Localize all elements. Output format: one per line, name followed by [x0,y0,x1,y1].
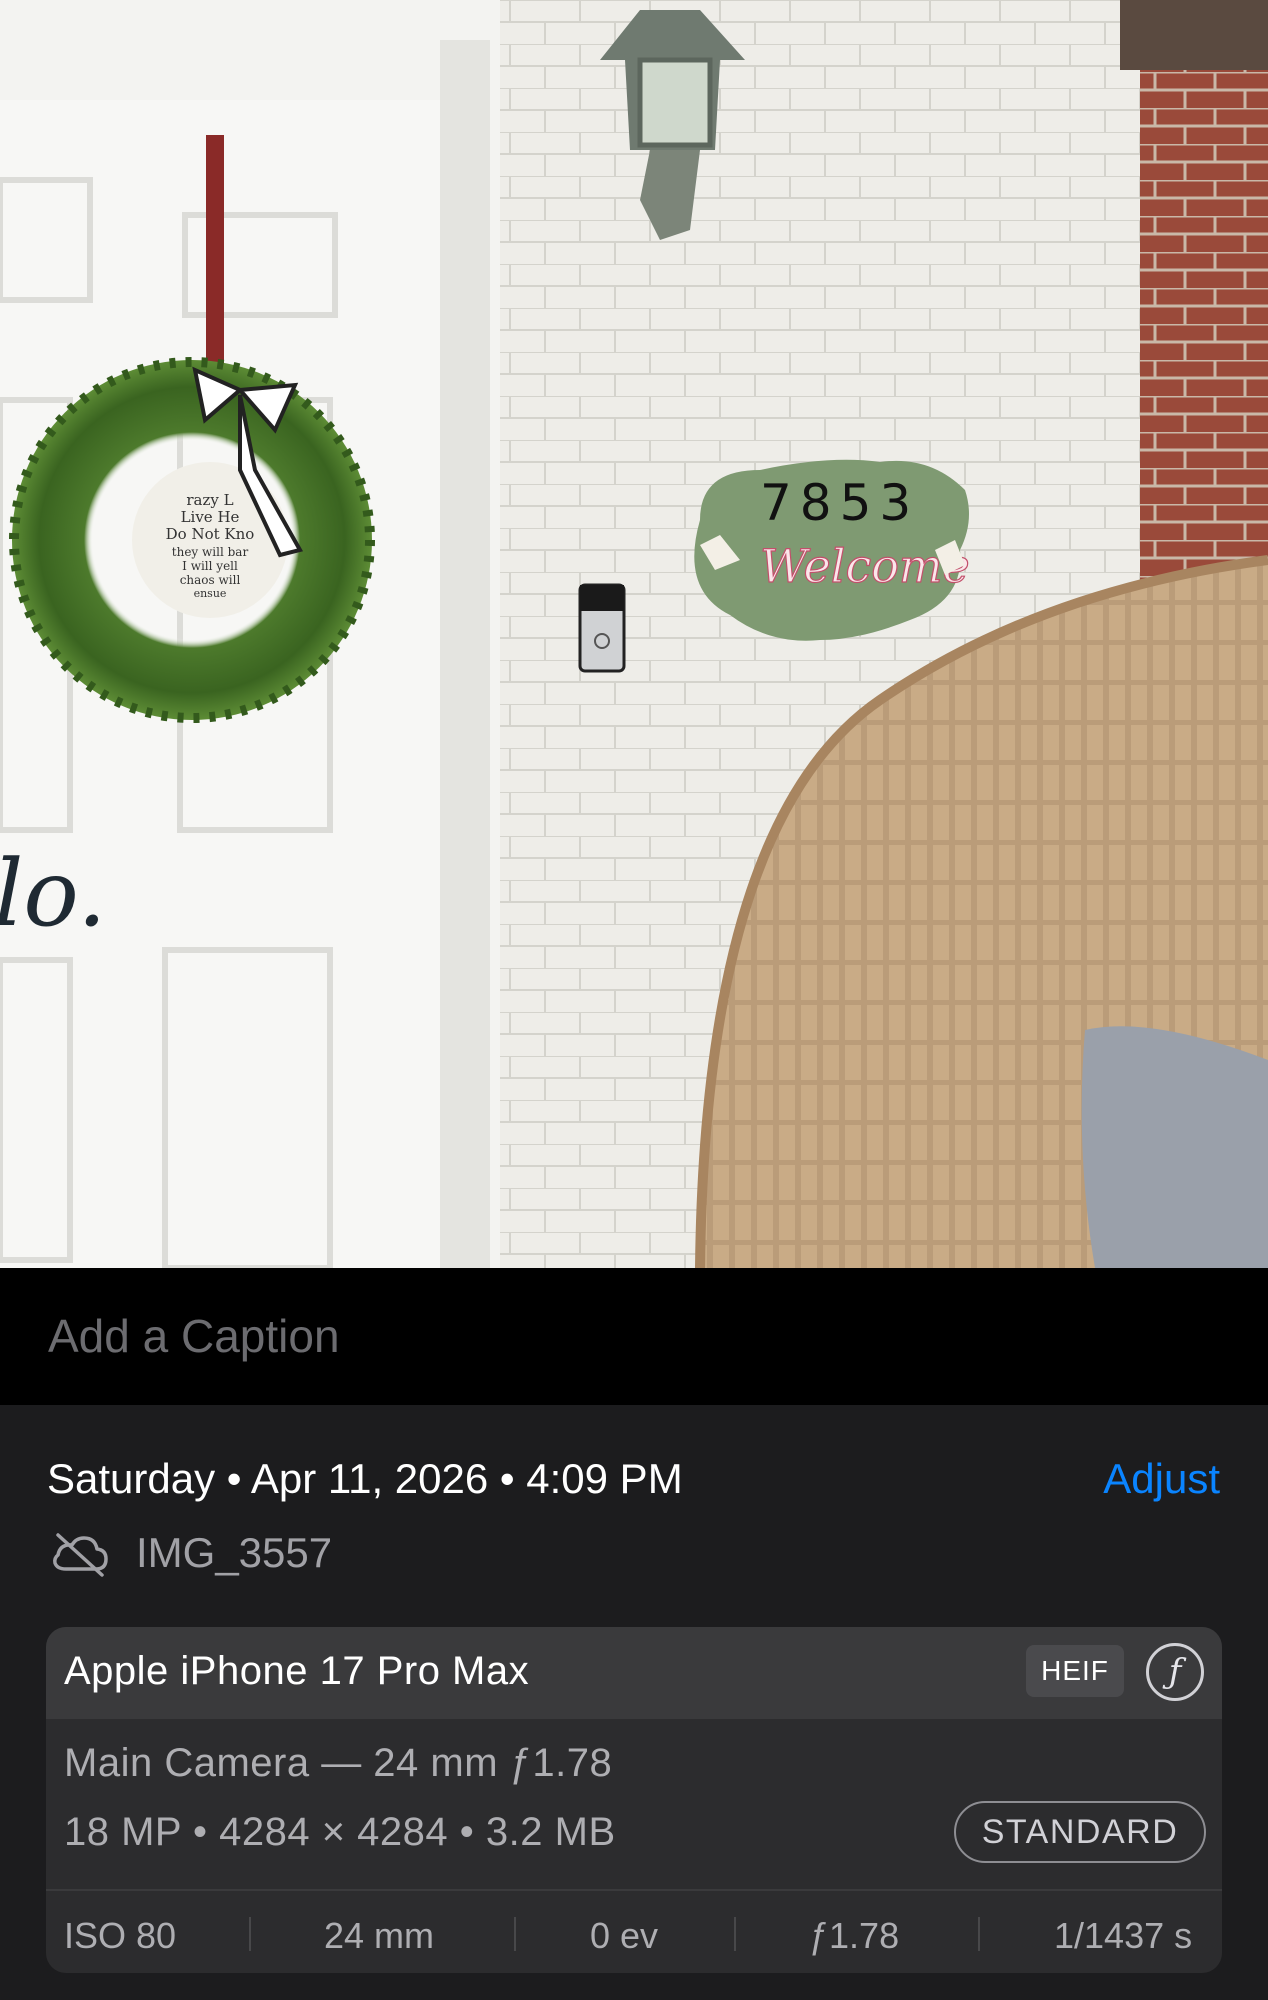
svg-text:they will bar: they will bar [172,545,249,559]
exif-shutter-speed: 1/1437 s [1054,1915,1193,1956]
exif-divider [734,1917,736,1951]
file-info: IMG_3557 [48,1525,332,1581]
aperture-f-icon[interactable]: ƒ [1146,1643,1204,1701]
svg-text:chaos will: chaos will [180,573,241,587]
sign-welcome: Welcome [760,539,970,593]
photo-view[interactable]: lo. razy L Live He Do Not Kno they will … [0,0,1268,1268]
photo-image: lo. razy L Live He Do Not Kno they will … [0,0,1268,1268]
caption-area [0,1268,1268,1405]
exif-row: ISO 80 24 mm 0 ev ƒ1.78 1/1437 s [46,1889,1222,1973]
camera-info-card: Apple iPhone 17 Pro Max HEIF ƒ Main Came… [46,1627,1222,1973]
exif-iso: ISO 80 [64,1915,177,1956]
cloud-slash-icon [53,1533,108,1577]
resolution-info: 18 MP • 4284 × 4284 • 3.2 MB [64,1810,616,1854]
lens-info: Main Camera — 24 mm ƒ1.78 [64,1741,613,1785]
info-panel: Saturday • Apr 11, 2026 • 4:09 PM Adjust… [0,1405,1268,2000]
exif-exposure-value: 0 ev [590,1915,659,1956]
svg-text:Live He: Live He [181,508,240,526]
exif-aperture: ƒ1.78 [809,1915,900,1956]
exif-divider [249,1917,251,1951]
caption-input[interactable] [48,1306,1218,1366]
photographic-style-badge: STANDARD [954,1801,1206,1863]
svg-text:Do Not Kno: Do Not Kno [166,525,255,543]
exif-focal-length: 24 mm [324,1915,435,1956]
date-time: Saturday • Apr 11, 2026 • 4:09 PM [47,1455,683,1502]
svg-text:I will yell: I will yell [182,559,238,573]
sign-number: 7853 [760,474,919,532]
camera-card-header: Apple iPhone 17 Pro Max HEIF ƒ [46,1627,1222,1719]
svg-text:razy L: razy L [186,491,233,509]
file-name: IMG_3557 [136,1529,333,1576]
door-lettering: lo. [0,840,106,947]
svg-text:ensue: ensue [194,587,227,600]
format-badge: HEIF [1026,1645,1124,1697]
device-name: Apple iPhone 17 Pro Max [64,1649,530,1693]
exif-divider [514,1917,516,1951]
adjust-button[interactable]: Adjust [1103,1455,1220,1503]
exif-divider [978,1917,980,1951]
